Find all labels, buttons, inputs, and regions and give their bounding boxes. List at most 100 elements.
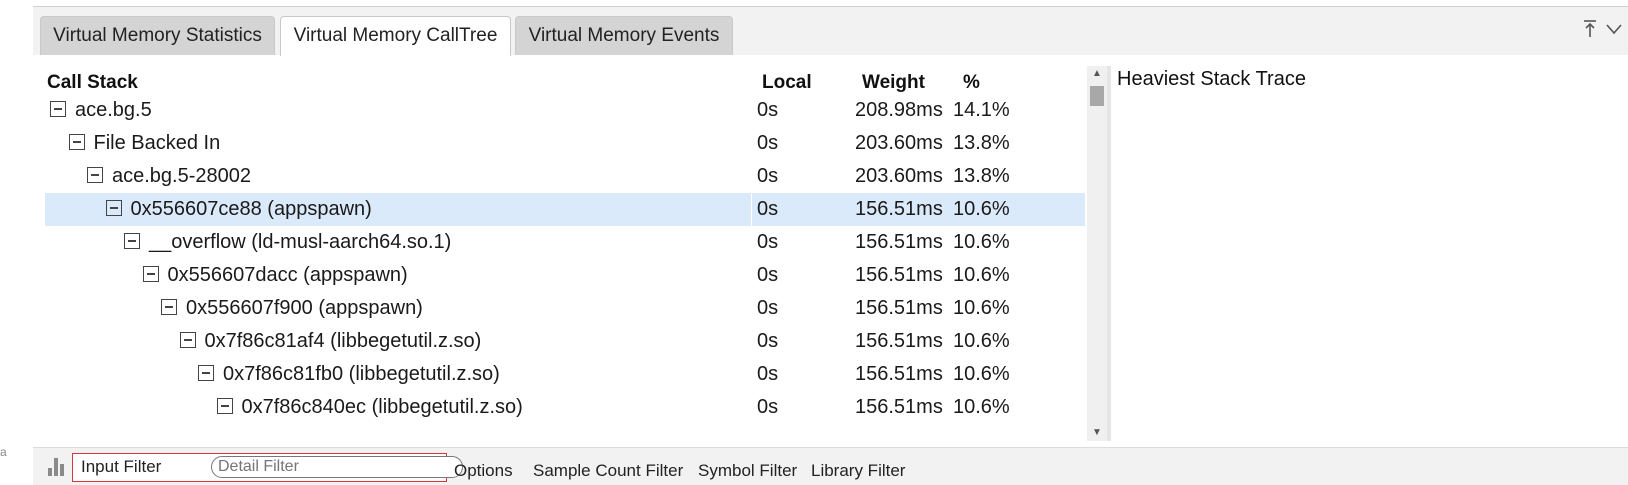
- collapse-toggle-icon[interactable]: [216, 398, 233, 414]
- tree-row-label: 0x7f86c81fb0 (libbegetutil.z.so): [223, 363, 500, 385]
- tree-row-percent: 10.6%: [953, 330, 1010, 352]
- tree-row-label: ace.bg.5-28002: [112, 165, 252, 187]
- tree-row-local: 0s: [757, 264, 779, 286]
- tree-row[interactable]: ace.bg.5 0s 208.98ms 14.1%: [45, 94, 1085, 127]
- column-divider: [751, 292, 752, 325]
- column-divider: [751, 127, 752, 160]
- tree-row-local: 0s: [757, 198, 779, 220]
- column-divider: [751, 358, 752, 391]
- tree-row-weight: 203.60ms: [855, 165, 943, 187]
- heaviest-stack-trace-title: Heaviest Stack Trace: [1117, 68, 1306, 90]
- column-divider: [751, 226, 752, 259]
- tree-row-weight: 156.51ms: [855, 264, 943, 286]
- tree-row-local: 0s: [757, 363, 779, 385]
- column-divider: [751, 160, 752, 193]
- tree-row[interactable]: File Backed In 0s 203.60ms 13.8%: [45, 127, 1085, 160]
- tree-row-local: 0s: [757, 132, 779, 154]
- tree-row-label: 0x556607ce88 (appspawn): [130, 198, 372, 220]
- tree-row-label: 0x7f86c81af4 (libbegetutil.z.so): [204, 330, 482, 352]
- left-gutter: a: [0, 0, 33, 484]
- tab-virtual-memory-statistics[interactable]: Virtual Memory Statistics: [40, 16, 275, 55]
- tree-row-percent: 13.8%: [953, 132, 1010, 154]
- tree-row-name: ace.bg.5-28002: [87, 160, 251, 193]
- tree-row-name: 0x556607f900 (appspawn): [161, 292, 423, 325]
- tree-row-name: __overflow (ld-musl-aarch64.so.1): [124, 226, 451, 259]
- tree-row[interactable]: 0x556607ce88 (appspawn) 0s 156.51ms 10.6%: [45, 193, 1085, 226]
- tree-row[interactable]: 0x556607f900 (appspawn) 0s 156.51ms 10.6%: [45, 292, 1085, 325]
- tree-row-label: File Backed In: [93, 132, 221, 154]
- call-tree: ace.bg.5 0s 208.98ms 14.1% File Backed In 0s 2…: [45, 78, 1085, 441]
- tree-row-weight: 156.51ms: [855, 198, 943, 220]
- tree-row-name: 0x556607ce88 (appspawn): [105, 193, 372, 226]
- tree-row-weight: 156.51ms: [855, 396, 943, 418]
- collapse-toggle-icon[interactable]: [142, 266, 159, 282]
- collapse-toggle-icon[interactable]: [105, 200, 122, 216]
- tree-row-weight: 156.51ms: [855, 231, 943, 253]
- tree-row-weight: 208.98ms: [855, 99, 943, 121]
- tree-row-label: 0x556607dacc (appspawn): [167, 264, 408, 286]
- collapse-toggle-icon[interactable]: [179, 332, 196, 348]
- tree-row-name: ace.bg.5: [50, 94, 152, 127]
- tree-row-local: 0s: [757, 330, 779, 352]
- tree-row-label: 0x556607f900 (appspawn): [186, 297, 423, 319]
- tree-row[interactable]: 0x7f86c81fb0 (libbegetutil.z.so) 0s 156.51…: [45, 358, 1085, 391]
- tree-row[interactable]: ace.bg.5-28002 0s 203.60ms 13.8%: [45, 160, 1085, 193]
- tree-row-weight: 156.51ms: [855, 297, 943, 319]
- tree-row-local: 0s: [757, 165, 779, 187]
- tree-row-percent: 14.1%: [953, 99, 1010, 121]
- tree-row[interactable]: 0x7f86c840ec (libbegetutil.z.so) 0s 156.51…: [45, 391, 1085, 424]
- column-divider: [751, 259, 752, 292]
- tree-row[interactable]: 0x7f86c81af4 (libbegetutil.z.so) 0s 156.51…: [45, 325, 1085, 358]
- scroll-thumb[interactable]: [1090, 86, 1104, 106]
- tree-row-name: 0x7f86c81af4 (libbegetutil.z.so): [179, 325, 482, 358]
- tree-row-weight: 156.51ms: [855, 330, 943, 352]
- tree-row-percent: 10.6%: [953, 264, 1010, 286]
- tab-virtual-memory-events[interactable]: Virtual Memory Events: [515, 16, 733, 55]
- collapse-toggle-icon[interactable]: [50, 101, 66, 117]
- options-button[interactable]: Options: [454, 461, 513, 481]
- tree-row-percent: 10.6%: [953, 363, 1010, 385]
- tree-row-percent: 10.6%: [953, 396, 1010, 418]
- library-filter-button[interactable]: Library Filter: [811, 461, 905, 481]
- bar-chart-icon[interactable]: [47, 458, 67, 476]
- tree-row-weight: 156.51ms: [855, 363, 943, 385]
- input-filter-label: Input Filter: [81, 457, 162, 476]
- gutter-char: a: [0, 445, 7, 459]
- tree-row-local: 0s: [757, 99, 779, 121]
- tree-row[interactable]: __overflow (ld-musl-aarch64.so.1) 0s 156.5…: [45, 226, 1085, 259]
- chevron-down-icon[interactable]: [1605, 19, 1623, 45]
- pin-top-icon[interactable]: [1581, 19, 1599, 45]
- collapse-toggle-icon[interactable]: [124, 233, 140, 249]
- filter-bar: Input Filter Options Sample Count Filter…: [33, 447, 1628, 485]
- collapse-toggle-icon[interactable]: [198, 365, 214, 381]
- tree-row[interactable]: 0x556607dacc (appspawn) 0s 156.51ms 10.6%: [45, 259, 1085, 292]
- tree-row-local: 0s: [757, 231, 779, 253]
- collapse-toggle-icon[interactable]: [87, 167, 103, 183]
- sample-count-filter-button[interactable]: Sample Count Filter: [533, 461, 683, 481]
- tree-row-percent: 10.6%: [953, 297, 1010, 319]
- column-divider: [751, 94, 752, 127]
- tree-row-percent: 10.6%: [953, 198, 1010, 220]
- detail-filter-input[interactable]: [211, 456, 463, 478]
- input-filter-group: Input Filter: [72, 453, 463, 482]
- tree-row-percent: 10.6%: [953, 231, 1010, 253]
- tree-row-weight: 203.60ms: [855, 132, 943, 154]
- tree-row-label: 0x7f86c840ec (libbegetutil.z.so): [241, 396, 523, 418]
- virtual-memory-panel: Virtual Memory Statistics Virtual Memory…: [33, 0, 1628, 485]
- tree-row-local: 0s: [757, 396, 779, 418]
- tree-row-label: __overflow (ld-musl-aarch64.so.1): [149, 231, 452, 253]
- pane-splitter[interactable]: [1107, 66, 1111, 441]
- vertical-scrollbar[interactable]: ▲ ▼: [1087, 66, 1107, 441]
- scroll-up-arrow-icon[interactable]: ▲: [1087, 66, 1107, 82]
- column-divider: [751, 325, 752, 358]
- symbol-filter-button[interactable]: Symbol Filter: [698, 461, 797, 481]
- tab-virtual-memory-calltree[interactable]: Virtual Memory CallTree: [280, 16, 511, 56]
- tab-bar: Virtual Memory Statistics Virtual Memory…: [33, 7, 1628, 56]
- tree-row-local: 0s: [757, 297, 779, 319]
- tree-row-name: 0x7f86c840ec (libbegetutil.z.so): [216, 391, 523, 424]
- tree-row-name: 0x7f86c81fb0 (libbegetutil.z.so): [198, 358, 500, 391]
- collapse-toggle-icon[interactable]: [161, 299, 177, 315]
- tree-row-name: File Backed In: [68, 127, 221, 160]
- scroll-down-arrow-icon[interactable]: ▼: [1087, 425, 1107, 441]
- collapse-toggle-icon[interactable]: [68, 134, 85, 150]
